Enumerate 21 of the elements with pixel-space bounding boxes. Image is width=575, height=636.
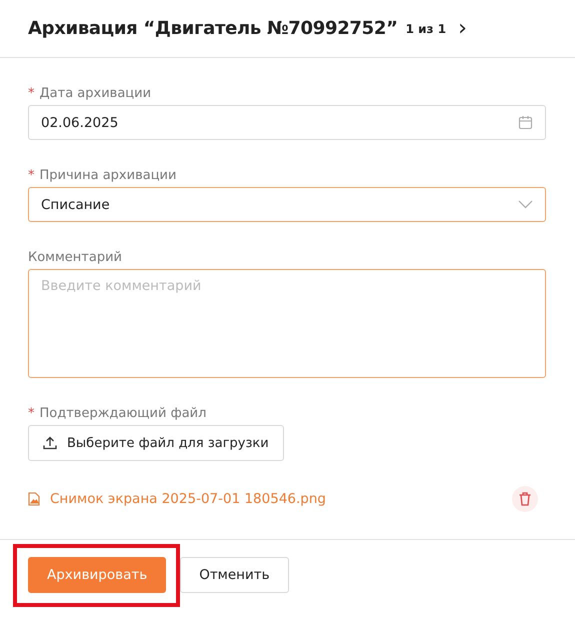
calendar-icon: [518, 115, 533, 130]
delete-button[interactable]: [512, 486, 538, 512]
chevron-down-icon: [518, 200, 533, 209]
select-field[interactable]: Списание: [28, 187, 546, 222]
required-mark: *: [28, 86, 34, 100]
next-button[interactable]: ›: [454, 18, 471, 40]
required-mark: *: [28, 406, 34, 420]
upload-icon: [43, 436, 57, 450]
cancel-button[interactable]: Отменить: [180, 557, 289, 593]
comment-field[interactable]: Введите комментарий: [28, 269, 546, 378]
field-label: Дата архивации: [40, 86, 152, 100]
field-label: Причина архивации: [40, 168, 176, 182]
page-counter: 1 из 1: [406, 22, 446, 36]
trash-icon: [519, 492, 531, 506]
image-file-icon: [28, 492, 40, 506]
required-mark: *: [28, 168, 34, 182]
field-label: Комментарий: [28, 250, 122, 264]
dialog-title: Архивация “Двигатель №70992752”: [28, 18, 398, 39]
date-field[interactable]: 02.06.2025: [28, 105, 546, 140]
field-label: Подтверждающий файл: [40, 406, 206, 420]
upload-button[interactable]: Выберите файл для загрузки: [28, 425, 284, 461]
